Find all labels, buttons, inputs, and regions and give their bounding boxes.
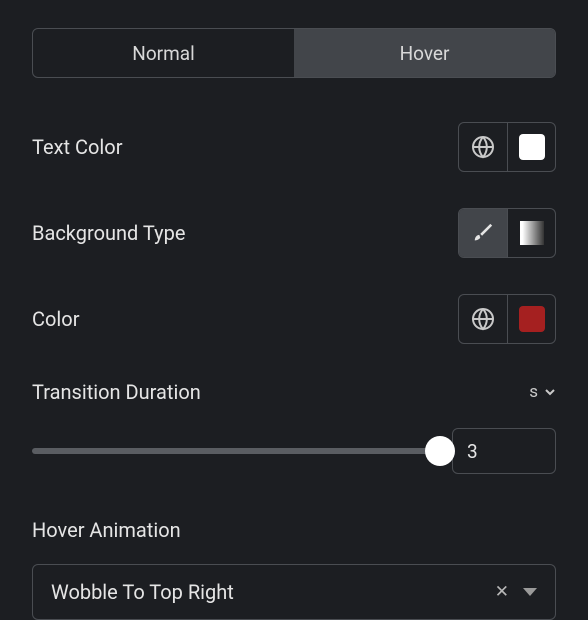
text-color-row: Text Color: [32, 122, 556, 172]
hover-animation-label: Hover Animation: [32, 518, 556, 542]
color-swatch-button[interactable]: [507, 295, 555, 343]
text-color-swatch: [519, 134, 545, 160]
tab-hover[interactable]: Hover: [294, 29, 555, 77]
background-type-classic-button[interactable]: [459, 209, 507, 257]
transition-duration-header: Transition Duration s: [32, 380, 556, 404]
text-color-controls: [458, 122, 556, 172]
transition-value-text: 3: [467, 440, 478, 463]
gradient-icon: [520, 221, 544, 245]
transition-slider[interactable]: [32, 448, 440, 454]
color-global-button[interactable]: [459, 295, 507, 343]
background-type-controls: [458, 208, 556, 258]
tab-normal-label: Normal: [132, 42, 194, 65]
color-label: Color: [32, 307, 79, 331]
transition-duration-control: 3: [32, 428, 556, 474]
transition-slider-thumb[interactable]: [425, 436, 455, 466]
transition-unit-selector[interactable]: s: [529, 382, 556, 402]
color-swatch: [519, 306, 545, 332]
hover-animation-select[interactable]: Wobble To Top Right ✕: [32, 564, 556, 620]
brush-icon: [472, 222, 494, 244]
background-type-row: Background Type: [32, 208, 556, 258]
chevron-down-icon: [544, 386, 556, 398]
background-type-gradient-button[interactable]: [507, 209, 555, 257]
text-color-label: Text Color: [32, 135, 122, 159]
state-tabs: Normal Hover: [32, 28, 556, 78]
hover-animation-value: Wobble To Top Right: [51, 580, 234, 604]
transition-value-input[interactable]: 3: [452, 428, 556, 474]
color-controls: [458, 294, 556, 344]
transition-unit-text: s: [529, 382, 538, 402]
dropdown-caret-icon[interactable]: [523, 588, 537, 596]
color-row: Color: [32, 294, 556, 344]
clear-icon[interactable]: ✕: [495, 582, 509, 602]
text-color-global-button[interactable]: [459, 123, 507, 171]
globe-icon: [471, 135, 495, 159]
text-color-swatch-button[interactable]: [507, 123, 555, 171]
transition-duration-label: Transition Duration: [32, 380, 201, 404]
tab-normal[interactable]: Normal: [33, 29, 294, 77]
hover-animation-actions: ✕: [495, 582, 537, 602]
tab-hover-label: Hover: [400, 42, 450, 65]
globe-icon: [471, 307, 495, 331]
background-type-label: Background Type: [32, 221, 185, 245]
